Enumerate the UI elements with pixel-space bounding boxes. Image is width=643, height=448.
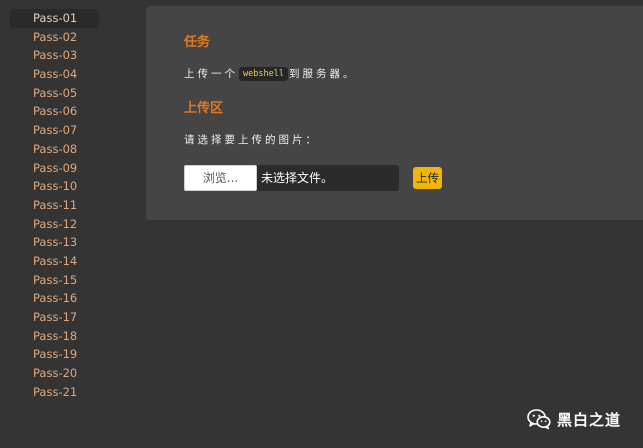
upload-submit-button[interactable]: 上传 <box>413 167 442 189</box>
sidebar-item-pass-15[interactable]: Pass-15 <box>0 271 110 290</box>
sidebar: Pass-01 Pass-02 Pass-03 Pass-04 Pass-05 … <box>0 9 110 401</box>
sidebar-item-pass-13[interactable]: Pass-13 <box>0 233 110 252</box>
sidebar-item-pass-16[interactable]: Pass-16 <box>0 289 110 308</box>
sidebar-item-pass-19[interactable]: Pass-19 <box>0 345 110 364</box>
sidebar-item-pass-02[interactable]: Pass-02 <box>0 28 110 47</box>
sidebar-item-pass-06[interactable]: Pass-06 <box>0 102 110 121</box>
sidebar-item-pass-12[interactable]: Pass-12 <box>0 215 110 234</box>
browse-button[interactable]: 浏览... <box>184 165 257 191</box>
sidebar-item-pass-17[interactable]: Pass-17 <box>0 308 110 327</box>
sidebar-item-pass-11[interactable]: Pass-11 <box>0 196 110 215</box>
task-description: 上传一个 webshell 到服务器。 <box>184 66 356 81</box>
sidebar-item-pass-08[interactable]: Pass-08 <box>0 140 110 159</box>
sidebar-item-pass-21[interactable]: Pass-21 <box>0 383 110 402</box>
wechat-icon <box>527 409 551 430</box>
upload-prompt: 请选择要上传的图片： <box>184 134 319 146</box>
file-input[interactable]: 浏览... 未选择文件。 <box>184 165 399 191</box>
upload-heading: 上传区 <box>184 101 224 116</box>
task-heading: 任务 <box>184 35 211 50</box>
webshell-code: webshell <box>239 67 288 81</box>
sidebar-item-pass-14[interactable]: Pass-14 <box>0 252 110 271</box>
watermark-text: 黑白之道 <box>557 410 622 429</box>
content-panel: 任务 上传一个 webshell 到服务器。 上传区 请选择要上传的图片： 浏览..… <box>146 6 643 220</box>
file-status-text: 未选择文件。 <box>261 171 334 185</box>
sidebar-item-pass-01[interactable]: Pass-01 <box>10 9 99 28</box>
sidebar-item-pass-05[interactable]: Pass-05 <box>0 84 110 103</box>
task-text-before: 上传一个 <box>184 68 238 80</box>
task-text-after: 到服务器。 <box>288 68 357 80</box>
sidebar-item-pass-10[interactable]: Pass-10 <box>0 177 110 196</box>
sidebar-item-pass-03[interactable]: Pass-03 <box>0 46 110 65</box>
watermark: 黑白之道 <box>527 408 621 430</box>
sidebar-item-pass-18[interactable]: Pass-18 <box>0 327 110 346</box>
sidebar-item-pass-20[interactable]: Pass-20 <box>0 364 110 383</box>
sidebar-item-pass-07[interactable]: Pass-07 <box>0 121 110 140</box>
sidebar-item-pass-04[interactable]: Pass-04 <box>0 65 110 84</box>
sidebar-item-pass-09[interactable]: Pass-09 <box>0 159 110 178</box>
